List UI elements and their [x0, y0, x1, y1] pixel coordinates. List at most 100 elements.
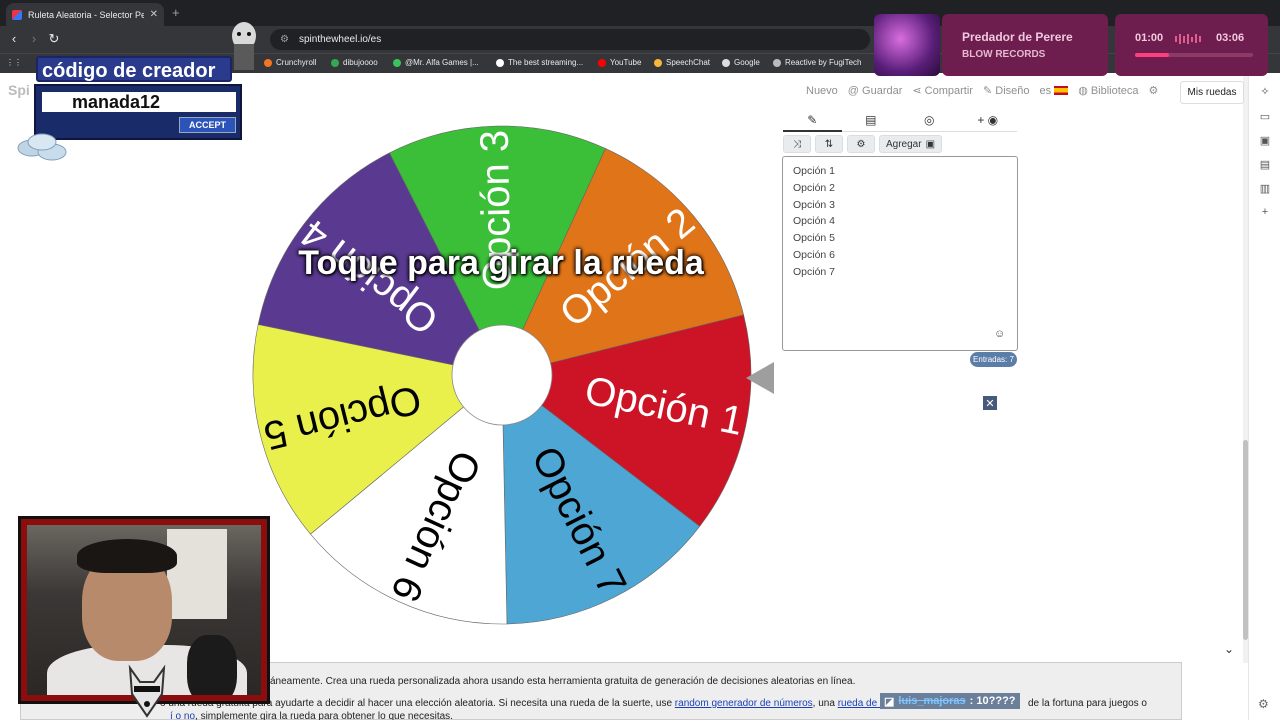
bookmark-item[interactable]: YouTube	[598, 58, 641, 67]
browser-side-panel: ✧ ▭ ▣ ▤ ▥ +	[1248, 73, 1280, 720]
entry-line: Opción 2	[793, 181, 836, 194]
save-icon: @	[847, 84, 863, 97]
description-line: áneamente. Crea una rueda personalizada …	[270, 676, 856, 687]
nav-biblioteca[interactable]: ◍ Biblioteca	[1078, 84, 1138, 97]
equalizer-icon	[1175, 34, 1205, 44]
add-image-button[interactable]: Agregar ▣	[879, 135, 943, 153]
clipboard-icon: ▤	[865, 113, 877, 127]
entry-line: Opción 7	[793, 265, 836, 278]
bookmark-item[interactable]: SpeechChat	[654, 58, 710, 67]
time-card: 01:00 03:06	[1115, 14, 1268, 76]
google-icon	[722, 58, 730, 67]
close-ad-icon[interactable]: ✕	[983, 396, 997, 410]
pencil-icon: ✎	[807, 112, 818, 127]
sort-button[interactable]: ⇅	[815, 135, 843, 153]
forward-icon[interactable]: ›	[26, 31, 42, 46]
tab-results[interactable]: ▤	[841, 109, 900, 132]
wheel-hub[interactable]	[451, 324, 553, 426]
wallet-icon[interactable]: ▣	[1258, 134, 1272, 148]
apps-icon[interactable]: ⋮⋮	[6, 58, 22, 67]
tab-title: Ruleta Aleatoria - Selector Perso	[28, 9, 144, 20]
description-line: o una rueda gratuita para ayudarte a dec…	[160, 698, 930, 709]
song-progress-fill	[1135, 53, 1169, 57]
close-tab-icon[interactable]: ✕	[150, 9, 158, 20]
microphone-icon	[187, 635, 237, 695]
description-line: de la fortuna para juegos o	[1028, 698, 1147, 709]
nav-nuevo[interactable]: Nuevo	[806, 85, 838, 97]
creator-title: código de creador	[36, 56, 232, 82]
share-icon: ⋖	[912, 85, 925, 97]
back-icon[interactable]: ‹	[6, 31, 22, 46]
tab-hidden[interactable]: ◎	[900, 109, 959, 132]
mis-ruedas-button[interactable]: Mis ruedas	[1180, 81, 1244, 104]
speechchat-icon	[654, 58, 662, 67]
emoji-icon[interactable]: ☺	[994, 328, 1005, 340]
bookmark-item[interactable]: Google	[722, 58, 760, 67]
address-bar[interactable]: ⚙ spinthewheel.io/es	[270, 29, 870, 50]
chat-text: : 10????	[969, 695, 1016, 707]
reload-icon[interactable]: ↻	[46, 31, 62, 47]
bookmark-item[interactable]: Crunchyroll	[264, 58, 316, 67]
album-art	[874, 14, 940, 76]
panel-actions: ⤨ ⇅ ⚙ Agregar ▣	[783, 135, 943, 153]
nav-diseno[interactable]: ✎ Diseño	[983, 84, 1030, 97]
random-number-link[interactable]: random generador de números	[675, 698, 813, 709]
bookmark-item[interactable]: @Mr. Alfa Games |...	[393, 58, 479, 67]
url-text: spinthewheel.io/es	[298, 34, 382, 45]
song-progress	[1135, 53, 1253, 57]
bookmark-item[interactable]: dibujoooo	[331, 58, 378, 67]
webcam-window	[167, 529, 227, 619]
eye-off-icon: ◎	[924, 113, 935, 127]
spin-wheel[interactable]: Opción 1Opción 7Opción 6Opción 5Opción 4…	[252, 125, 752, 625]
chat-username: luis_majoras	[898, 695, 966, 707]
entries-textarea[interactable]: Opción 1 Opción 2 Opción 3 Opción 4 Opci…	[782, 156, 1018, 351]
nav-language[interactable]: es	[1040, 85, 1069, 97]
gear-icon[interactable]: ⚙	[1258, 697, 1269, 711]
settings-icon[interactable]: ⚙	[1149, 84, 1159, 97]
drive-icon	[331, 58, 339, 67]
entry-line: Opción 4	[793, 215, 836, 228]
tab-colors[interactable]: + ◉	[958, 109, 1017, 132]
notes-icon[interactable]: ▤	[1258, 158, 1272, 172]
browser-tab[interactable]: Ruleta Aleatoria - Selector Perso ✕	[6, 3, 164, 26]
panel-tabs: ✎ ▤ ◎ + ◉	[783, 109, 1017, 132]
total-time: 03:06	[1216, 32, 1245, 44]
top-nav: Nuevo @ Guardar ⋖ Compartir ✎ Diseño es …	[806, 84, 1159, 98]
webcam-hair	[77, 539, 177, 573]
shuffle-button[interactable]: ⤨	[783, 135, 811, 153]
bookmark-item[interactable]: The best streaming...	[496, 58, 583, 67]
vbucks-icon	[17, 133, 67, 161]
diamond-icon	[496, 58, 504, 67]
song-card: Predador de Perere BLOW RECORDS	[942, 14, 1108, 76]
wolf-mascot-icon	[128, 664, 166, 718]
entry-line: Opción 6	[793, 248, 836, 261]
accept-badge: ACCEPT	[179, 117, 236, 133]
sort-icon: ⇅	[824, 138, 834, 150]
bookmark-item[interactable]: Reactive by FugiTech	[773, 58, 861, 67]
entry-line: Opción 3	[793, 198, 836, 211]
spin-instruction[interactable]: Toque para girar la rueda	[262, 244, 740, 283]
spain-flag-icon	[1054, 86, 1069, 96]
gear-icon: ⚙	[856, 138, 866, 150]
video-icon[interactable]: ▭	[1258, 110, 1272, 124]
link-icon	[393, 58, 401, 67]
screen: Ruleta Aleatoria - Selector Perso ✕ + ‹ …	[0, 0, 1280, 720]
tab-edit[interactable]: ✎	[783, 109, 842, 132]
settings-button[interactable]: ⚙	[847, 135, 875, 153]
site-favicon-icon	[12, 9, 22, 20]
pencil-icon: ✎	[982, 85, 996, 97]
pin-icon[interactable]: ✧	[1258, 85, 1272, 99]
song-title: Predador de Perere	[962, 30, 1073, 44]
chevron-down-icon[interactable]: ⌄	[1224, 642, 1234, 656]
shuffle-icon: ⤨	[793, 138, 801, 150]
yes-no-link[interactable]: í o no	[170, 711, 195, 720]
new-tab-icon[interactable]: +	[172, 5, 180, 20]
reading-icon[interactable]: ▥	[1258, 182, 1272, 196]
site-logo[interactable]: Spi	[8, 82, 30, 98]
crunchyroll-icon	[264, 58, 272, 67]
nav-guardar[interactable]: @ Guardar	[848, 85, 903, 97]
youtube-icon	[598, 58, 606, 67]
add-icon[interactable]: +	[1258, 206, 1272, 220]
site-info-icon[interactable]: ⚙	[280, 34, 289, 45]
nav-compartir[interactable]: ⋖ Compartir	[912, 84, 973, 97]
